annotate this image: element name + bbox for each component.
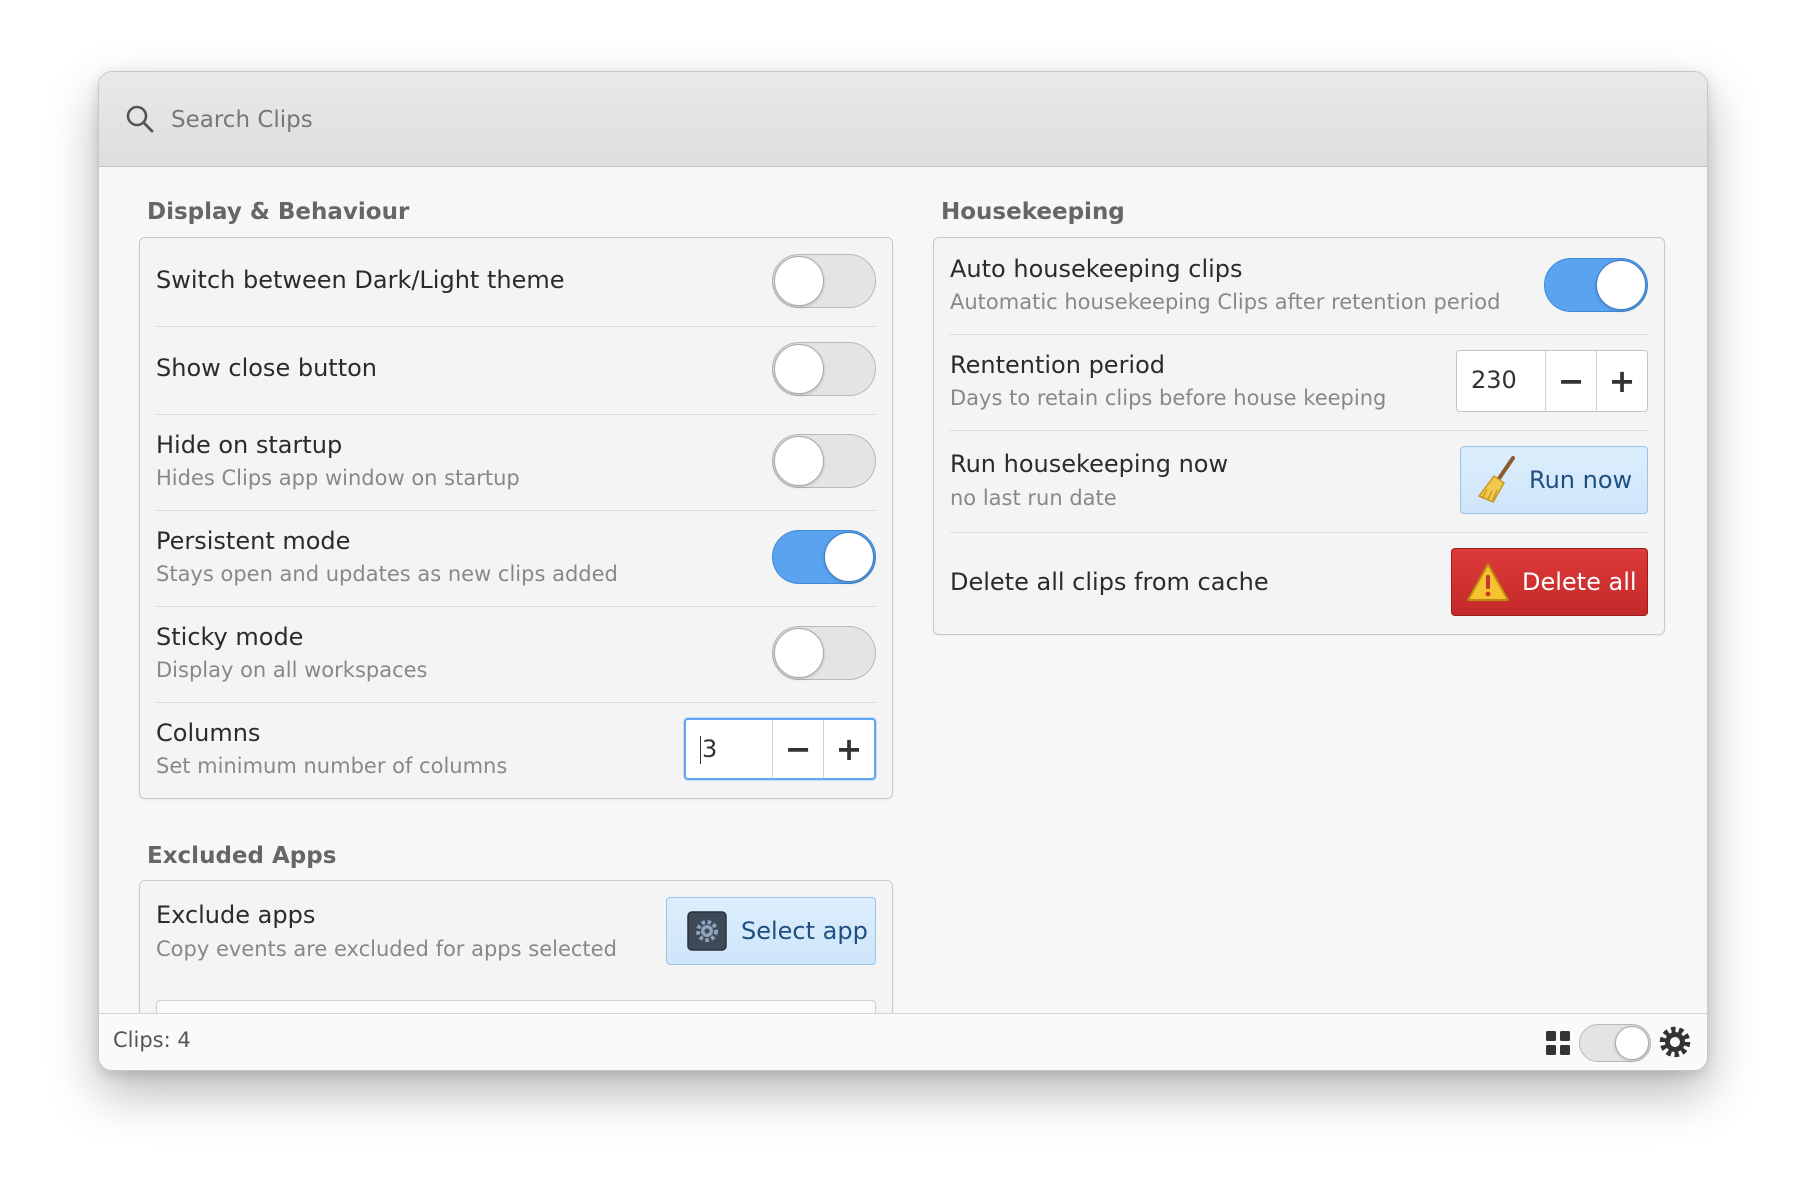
columns-increment-button[interactable]: + bbox=[823, 720, 874, 778]
row-delete-all: Delete all clips from cache Delete all bbox=[950, 532, 1648, 634]
switch-knob bbox=[774, 436, 824, 486]
row-subtitle: Days to retain clips before house keepin… bbox=[950, 386, 1387, 410]
row-retention-period: Rentention period Days to retain clips b… bbox=[950, 334, 1648, 431]
row-exclude-apps: Exclude apps Copy events are excluded fo… bbox=[156, 881, 876, 1001]
retention-spin: 230 − + bbox=[1456, 350, 1648, 412]
gear-app-icon bbox=[687, 911, 727, 951]
persistent-mode-switch[interactable] bbox=[772, 530, 876, 584]
row-dark-light-theme: Switch between Dark/Light theme bbox=[156, 238, 876, 327]
grid-icon[interactable] bbox=[1545, 1030, 1571, 1056]
row-persistent-mode: Persistent mode Stays open and updates a… bbox=[156, 510, 876, 607]
excluded-section-title: Excluded Apps bbox=[147, 843, 337, 869]
row-auto-housekeeping: Auto housekeeping clips Automatic housek… bbox=[950, 238, 1648, 335]
switch-knob bbox=[774, 344, 824, 394]
row-sticky-mode: Sticky mode Display on all workspaces bbox=[156, 606, 876, 703]
delete-all-button[interactable]: Delete all bbox=[1451, 548, 1648, 616]
columns-value: 3 bbox=[702, 735, 718, 763]
columns-decrement-button[interactable]: − bbox=[772, 720, 823, 778]
status-bar: Clips: 4 bbox=[99, 1013, 1707, 1070]
excluded-apps-list[interactable] bbox=[156, 1000, 876, 1014]
view-mode-toggle[interactable] bbox=[1579, 1024, 1651, 1062]
switch-knob bbox=[1596, 260, 1646, 310]
row-subtitle: Copy events are excluded for apps select… bbox=[156, 937, 617, 961]
switch-knob bbox=[824, 532, 874, 582]
row-subtitle: Hides Clips app window on startup bbox=[156, 466, 520, 490]
row-subtitle: Stays open and updates as new clips adde… bbox=[156, 562, 618, 586]
run-now-label: Run now bbox=[1529, 466, 1633, 494]
housekeeping-section-title: Housekeeping bbox=[941, 199, 1125, 225]
display-section-title: Display & Behaviour bbox=[147, 199, 410, 225]
excluded-card: Exclude apps Copy events are excluded fo… bbox=[139, 880, 893, 1014]
hide-on-startup-switch[interactable] bbox=[772, 434, 876, 488]
dark-light-theme-switch[interactable] bbox=[772, 254, 876, 308]
row-title: Persistent mode bbox=[156, 527, 351, 555]
display-card: Switch between Dark/Light theme Show clo… bbox=[139, 237, 893, 799]
row-title: Auto housekeeping clips bbox=[950, 255, 1243, 283]
housekeeping-card: Auto housekeeping clips Automatic housek… bbox=[933, 237, 1665, 635]
retention-increment-button[interactable]: + bbox=[1596, 351, 1647, 411]
switch-knob bbox=[774, 628, 824, 678]
columns-spin: 3 − + bbox=[684, 718, 876, 780]
delete-all-label: Delete all bbox=[1522, 568, 1637, 596]
search-icon bbox=[126, 105, 154, 133]
retention-decrement-button[interactable]: − bbox=[1545, 351, 1596, 411]
settings-content: Display & Behaviour Switch between Dark/… bbox=[99, 167, 1707, 1014]
show-close-button-switch[interactable] bbox=[772, 342, 876, 396]
header-bar bbox=[99, 72, 1707, 167]
row-title: Delete all clips from cache bbox=[950, 568, 1269, 596]
text-caret bbox=[700, 736, 701, 764]
app-window: Display & Behaviour Switch between Dark/… bbox=[98, 71, 1708, 1071]
sticky-mode-switch[interactable] bbox=[772, 626, 876, 680]
warning-icon bbox=[1467, 563, 1509, 601]
row-columns: Columns Set minimum number of columns 3 … bbox=[156, 702, 876, 798]
row-title: Sticky mode bbox=[156, 623, 304, 651]
row-title: Switch between Dark/Light theme bbox=[156, 266, 565, 294]
search-input[interactable] bbox=[169, 96, 1073, 144]
run-now-button[interactable]: Run now bbox=[1460, 446, 1648, 514]
row-show-close-button: Show close button bbox=[156, 326, 876, 415]
row-title: Hide on startup bbox=[156, 431, 343, 459]
clips-count: Clips: 4 bbox=[113, 1028, 191, 1052]
row-title: Columns bbox=[156, 719, 261, 747]
settings-gear-icon[interactable] bbox=[1657, 1024, 1693, 1060]
row-title: Exclude apps bbox=[156, 901, 316, 929]
row-title: Rentention period bbox=[950, 351, 1166, 379]
row-run-housekeeping: Run housekeeping now no last run date Ru… bbox=[950, 430, 1648, 533]
retention-input[interactable]: 230 bbox=[1457, 351, 1545, 411]
columns-input[interactable]: 3 bbox=[686, 720, 772, 778]
row-title: Show close button bbox=[156, 354, 377, 382]
broom-icon bbox=[1477, 456, 1515, 503]
switch-knob bbox=[774, 256, 824, 306]
select-app-button[interactable]: Select app bbox=[666, 897, 876, 965]
row-title: Run housekeeping now bbox=[950, 450, 1229, 478]
switch-knob bbox=[1615, 1026, 1649, 1060]
auto-housekeeping-switch[interactable] bbox=[1544, 258, 1648, 312]
row-subtitle: Display on all workspaces bbox=[156, 658, 428, 682]
select-app-label: Select app bbox=[741, 917, 868, 945]
row-subtitle: Automatic housekeeping Clips after reten… bbox=[950, 290, 1501, 314]
row-subtitle: Set minimum number of columns bbox=[156, 754, 508, 778]
row-subtitle: no last run date bbox=[950, 486, 1117, 510]
row-hide-on-startup: Hide on startup Hides Clips app window o… bbox=[156, 414, 876, 511]
